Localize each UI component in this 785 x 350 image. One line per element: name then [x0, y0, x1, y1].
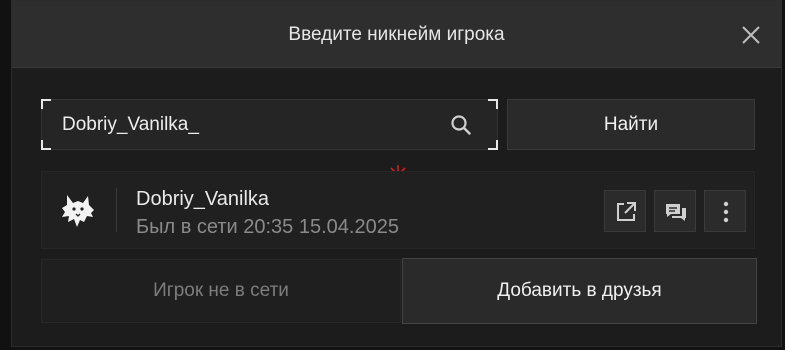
open-external-icon: [617, 202, 636, 221]
chat-icon: [666, 204, 686, 221]
focus-corner: [41, 99, 51, 109]
player-name: Dobriy_Vanilka: [136, 188, 270, 210]
open-profile-button[interactable]: [604, 190, 646, 232]
dialog-title: Введите никнейм игрока: [288, 24, 505, 45]
search-icon[interactable]: [450, 114, 472, 136]
close-icon: [742, 26, 760, 44]
search-input[interactable]: [62, 113, 432, 137]
focus-corner: [488, 99, 498, 109]
dialog-header: Введите никнейм игрока: [12, 1, 781, 68]
player-last-seen: Был в сети 20:35 15.04.2025: [136, 216, 399, 238]
focus-corner: [488, 140, 498, 150]
find-player-dialog: Введите никнейм игрока Найти: [11, 0, 782, 347]
add-friend-button[interactable]: Добавить в друзья: [402, 258, 757, 324]
message-button[interactable]: [654, 190, 696, 232]
card-divider: [116, 188, 117, 232]
focus-corner: [41, 140, 51, 150]
player-result-card: Dobriy_Vanilka Был в сети 20:35 15.04.20…: [41, 171, 755, 249]
player-offline-button: Игрок не в сети: [41, 259, 401, 323]
close-button[interactable]: [737, 21, 765, 49]
find-button[interactable]: Найти: [507, 99, 755, 150]
search-field[interactable]: [41, 99, 498, 150]
more-options-button[interactable]: [704, 190, 746, 232]
more-vertical-icon: [723, 201, 729, 223]
wolf-avatar-icon: [62, 195, 94, 227]
